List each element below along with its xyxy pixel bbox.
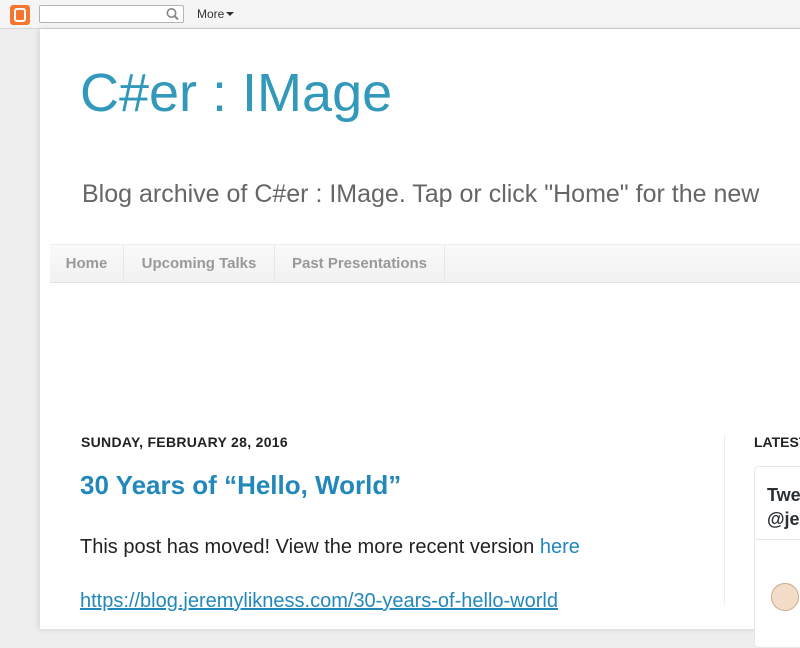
post-url-link[interactable]: https://blog.jeremylikness.com/30-years-… bbox=[80, 589, 558, 613]
blog-title[interactable]: C#er : IMage bbox=[80, 63, 392, 123]
post-body-text: This post has moved! View the more recen… bbox=[80, 536, 540, 558]
tab-home[interactable]: Home bbox=[50, 245, 124, 283]
avatar[interactable] bbox=[771, 583, 799, 611]
twitter-widget-header: Twe @je bbox=[767, 483, 800, 531]
tab-past-presentations[interactable]: Past Presentations bbox=[275, 245, 445, 283]
twitter-widget-separator bbox=[755, 539, 800, 540]
post-body: This post has moved! View the more recen… bbox=[80, 535, 580, 559]
blog-content: C#er : IMage Blog archive of C#er : IMag… bbox=[40, 29, 800, 648]
post-here-link[interactable]: here bbox=[540, 536, 580, 558]
twitter-widget-header-line1: Twe bbox=[767, 485, 800, 505]
twitter-widget-header-line2: @je bbox=[767, 509, 800, 529]
sidebar-widget-title: LATEST bbox=[754, 434, 800, 450]
tab-upcoming-talks[interactable]: Upcoming Talks bbox=[124, 245, 275, 283]
post-date-header: SUNDAY, FEBRUARY 28, 2016 bbox=[81, 434, 288, 450]
post-title-link[interactable]: 30 Years of “Hello, World” bbox=[80, 469, 401, 501]
twitter-widget[interactable]: Twe @je bbox=[754, 466, 800, 648]
caret-down-icon bbox=[226, 11, 235, 16]
column-divider bbox=[724, 434, 725, 605]
page-tabs: Home Upcoming Talks Past Presentations bbox=[50, 244, 800, 283]
blogger-logo-icon[interactable] bbox=[10, 5, 30, 25]
search-icon[interactable] bbox=[165, 7, 181, 21]
blog-description: Blog archive of C#er : IMage. Tap or cli… bbox=[82, 180, 760, 208]
more-label: More bbox=[197, 7, 225, 21]
navbar-search-input[interactable] bbox=[42, 7, 160, 21]
more-menu-button[interactable]: More bbox=[197, 7, 235, 21]
blogger-navbar: More bbox=[0, 0, 800, 29]
navbar-search-box bbox=[39, 5, 184, 23]
